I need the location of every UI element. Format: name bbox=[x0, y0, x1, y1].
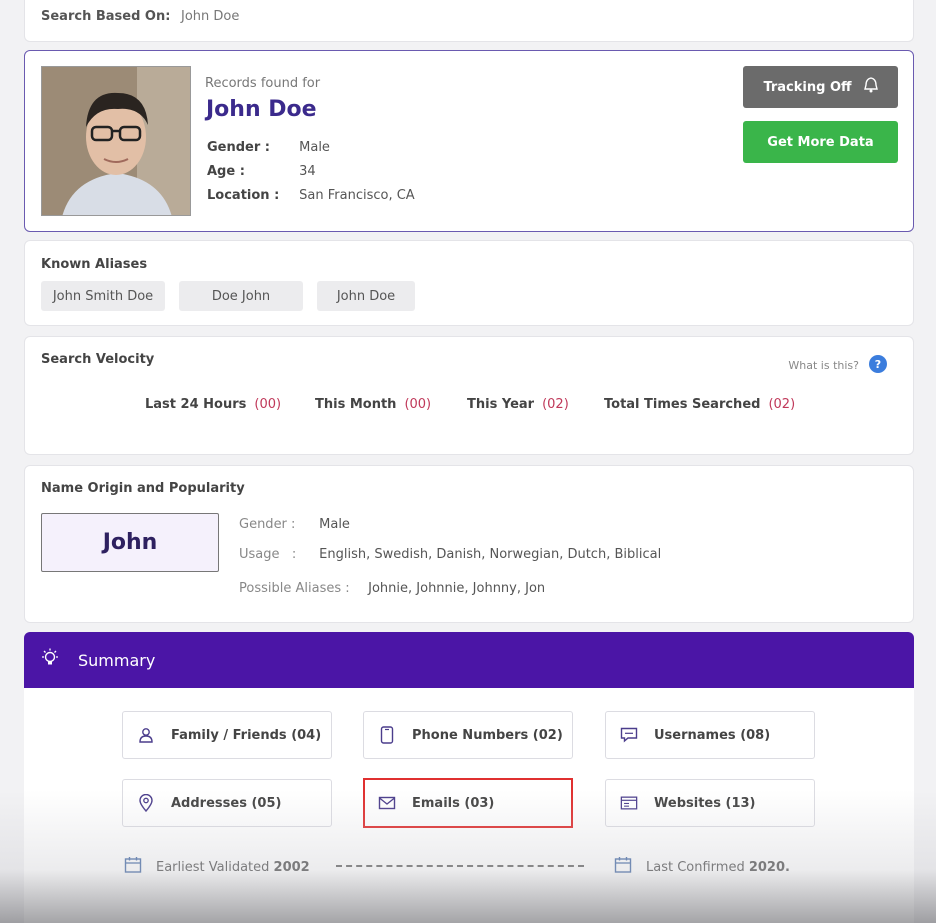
lightbulb-icon bbox=[40, 648, 60, 672]
name-origin-card: Name Origin and Popularity John Gender :… bbox=[24, 465, 914, 623]
summary-label-text: Emails bbox=[412, 795, 460, 811]
tracking-label: Tracking Off bbox=[763, 79, 852, 95]
summary-count: (04) bbox=[291, 727, 322, 743]
location-pin-icon bbox=[137, 794, 155, 812]
summary-count: (03) bbox=[464, 795, 495, 811]
alias-chip: Doe John bbox=[179, 281, 303, 311]
summary-label-text: Websites bbox=[654, 795, 721, 811]
summary-label-text: Addresses bbox=[171, 795, 247, 811]
search-based-on-value: John Doe bbox=[181, 9, 240, 24]
tracking-toggle-button[interactable]: Tracking Off bbox=[743, 66, 898, 108]
websites-button[interactable]: Websites (13) bbox=[605, 779, 815, 827]
person-icon bbox=[137, 726, 155, 744]
profile-name: John Doe bbox=[206, 97, 317, 122]
velocity-count: (02) bbox=[542, 397, 569, 412]
summary-title: Summary bbox=[78, 650, 156, 670]
records-found-label: Records found for bbox=[205, 76, 321, 91]
velocity-this-year: This Year (02) bbox=[467, 397, 569, 412]
envelope-icon bbox=[378, 794, 396, 812]
origin-aliases-label: Possible Aliases : bbox=[239, 581, 350, 596]
summary-label: Usernames (08) bbox=[654, 728, 770, 743]
name-origin-title: Name Origin and Popularity bbox=[41, 481, 245, 496]
gender-value: Male bbox=[299, 140, 330, 155]
summary-label-text: Phone Numbers bbox=[412, 727, 529, 743]
summary-header: Summary bbox=[24, 632, 914, 688]
search-summary-bar: Search Based On: John Doe bbox=[24, 0, 914, 42]
velocity-count: (02) bbox=[768, 397, 796, 412]
velocity-last-24-hours: Last 24 Hours (00) bbox=[145, 397, 281, 412]
confirmed-year: 2020. bbox=[748, 859, 790, 875]
search-based-on-label: Search Based On: bbox=[41, 9, 171, 24]
location-row: Location : San Francisco, CA bbox=[207, 188, 415, 203]
origin-gender-label: Gender : bbox=[239, 517, 296, 532]
summary-label: Addresses (05) bbox=[171, 796, 281, 811]
timeline-divider bbox=[336, 865, 584, 867]
bell-icon bbox=[863, 77, 878, 97]
phone-numbers-button[interactable]: Phone Numbers (02) bbox=[363, 711, 573, 759]
help-icon[interactable]: ? bbox=[869, 355, 887, 373]
summary-label: Websites (13) bbox=[654, 796, 755, 811]
earliest-validated: Earliest Validated 2002 bbox=[124, 856, 310, 878]
addresses-button[interactable]: Addresses (05) bbox=[122, 779, 332, 827]
velocity-label: Last 24 Hours bbox=[145, 397, 247, 412]
velocity-count: (00) bbox=[254, 397, 282, 412]
profile-card: Records found for John Doe Gender : Male… bbox=[24, 50, 914, 232]
profile-photo bbox=[41, 66, 191, 216]
known-aliases-title: Known Aliases bbox=[41, 257, 148, 272]
origin-gender-row: Gender : Male bbox=[239, 517, 350, 532]
age-label: Age : bbox=[207, 164, 245, 179]
first-name-box: John bbox=[41, 513, 219, 572]
usernames-button[interactable]: Usernames (08) bbox=[605, 711, 815, 759]
origin-usage-row: Usage : English, Swedish, Danish, Norweg… bbox=[239, 547, 661, 562]
origin-usage-label: Usage : bbox=[239, 547, 297, 562]
location-value: San Francisco, CA bbox=[299, 188, 415, 203]
alias-chip: John Doe bbox=[317, 281, 415, 311]
get-more-data-button[interactable]: Get More Data bbox=[743, 121, 898, 163]
origin-aliases-row: Possible Aliases : Johnie, Johnnie, John… bbox=[239, 581, 545, 596]
emails-button[interactable]: Emails (03) bbox=[363, 779, 573, 827]
velocity-label: This Month bbox=[315, 397, 397, 412]
velocity-label: Total Times Searched bbox=[604, 397, 761, 412]
summary-card: Summary Family / Friends (04) Phone Numb… bbox=[24, 632, 914, 923]
family-friends-button[interactable]: Family / Friends (04) bbox=[122, 711, 332, 759]
earliest-label: Earliest Validated bbox=[156, 859, 270, 875]
location-label: Location : bbox=[207, 188, 280, 203]
velocity-total-times-searched: Total Times Searched (02) bbox=[604, 397, 795, 412]
alias-chip: John Smith Doe bbox=[41, 281, 165, 311]
summary-count: (13) bbox=[725, 795, 756, 811]
summary-count: (05) bbox=[251, 795, 282, 811]
search-velocity-card: Search Velocity What is this? ? Last 24 … bbox=[24, 336, 914, 455]
summary-count: (02) bbox=[532, 727, 563, 743]
age-row: Age : 34 bbox=[207, 164, 316, 179]
summary-count: (08) bbox=[740, 727, 771, 743]
calendar-icon bbox=[124, 856, 142, 878]
phone-icon bbox=[378, 726, 396, 744]
gender-row: Gender : Male bbox=[207, 140, 330, 155]
calendar-icon bbox=[614, 856, 632, 878]
what-is-this-link[interactable]: What is this? bbox=[788, 359, 859, 372]
origin-gender-value: Male bbox=[319, 517, 350, 532]
summary-label-text: Family / Friends bbox=[171, 727, 287, 743]
summary-label: Phone Numbers (02) bbox=[412, 728, 563, 743]
velocity-this-month: This Month (00) bbox=[315, 397, 431, 412]
age-value: 34 bbox=[299, 164, 316, 179]
velocity-label: This Year bbox=[467, 397, 535, 412]
velocity-count: (00) bbox=[404, 397, 432, 412]
known-aliases-card: Known Aliases John Smith Doe Doe John Jo… bbox=[24, 240, 914, 326]
summary-label: Family / Friends (04) bbox=[171, 728, 321, 743]
summary-label-text: Usernames bbox=[654, 727, 736, 743]
search-velocity-title: Search Velocity bbox=[41, 352, 155, 367]
origin-usage-value: English, Swedish, Danish, Norwegian, Dut… bbox=[319, 547, 662, 562]
confirmed-label: Last Confirmed bbox=[646, 859, 745, 875]
earliest-year: 2002 bbox=[273, 859, 310, 875]
chat-icon bbox=[620, 726, 638, 744]
summary-label: Emails (03) bbox=[412, 796, 494, 811]
origin-aliases-value: Johnie, Johnnie, Johnny, Jon bbox=[368, 581, 546, 596]
gender-label: Gender : bbox=[207, 140, 271, 155]
last-confirmed: Last Confirmed 2020. bbox=[614, 856, 790, 878]
website-icon bbox=[620, 794, 638, 812]
